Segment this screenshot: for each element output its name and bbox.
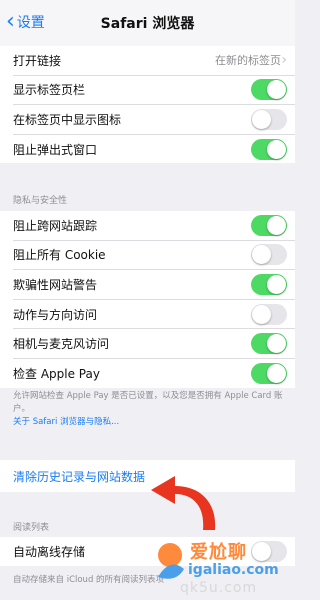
camera-mic-row: 相机与麦克风访问 [13,329,295,359]
block-cookie-toggle[interactable] [251,244,287,266]
open-links-label: 打开链接 [13,53,62,68]
motion-access-row: 动作与方向访问 [13,300,295,330]
clear-history-label: 清除历史记录与网站数据 [13,470,146,484]
block-popups-row: 阻止弹出式窗口 [13,135,295,164]
show-tab-bar-toggle[interactable] [251,79,287,101]
navigation-bar: ‹ 设置 Safari 浏览器 [0,0,295,46]
block-cookie-row: 阻止所有 Cookie [13,241,295,271]
cross-site-row: 阻止跨网站跟踪 [13,211,295,241]
show-icons-row: 在标签页中显示图标 [13,105,295,135]
camera-mic-toggle[interactable] [251,333,287,355]
privacy-footer-text: 允许网站检查 Apple Pay 是否已设置，以及您是否拥有 Apple Car… [13,391,283,414]
page-title: Safari 浏览器 [100,16,195,32]
apple-pay-row: 检查 Apple Pay [13,359,295,388]
red-arrow-annotation [151,476,216,530]
privacy-link[interactable]: 关于 Safari 浏览器与隐私... [13,417,119,427]
privacy-group: 阻止跨网站跟踪 阻止所有 Cookie 欺骗性网站警告 动作与方向访问 相机与麦… [0,211,295,388]
watermark-url-2: qk5u.com [180,580,258,596]
chevron-right-icon: › [281,52,287,69]
fraud-warning-toggle[interactable] [251,273,287,295]
watermark-url: igaliao.com [188,562,279,578]
watermark-text-cn: 爱尬聊 [190,542,247,563]
show-tab-bar-row: 显示标签页栏 [13,76,295,106]
general-group: 打开链接 在新的标签页 › 显示标签页栏 在标签页中显示图标 阻止弹出式窗口 [0,46,295,164]
apple-pay-toggle[interactable] [251,362,287,384]
fraud-warning-row: 欺骗性网站警告 [13,270,295,300]
offline-save-toggle[interactable] [251,540,287,562]
open-links-value: 在新的标签页 [215,54,281,68]
cross-site-toggle[interactable] [251,214,287,236]
privacy-footer: 允许网站检查 Apple Pay 是否已设置，以及您是否拥有 Apple Car… [13,390,283,429]
motion-access-toggle[interactable] [251,303,287,325]
reading-list-header: 阅读列表 [13,523,50,533]
open-links-row[interactable]: 打开链接 在新的标签页 › [13,46,295,76]
block-popups-toggle[interactable] [251,138,287,160]
privacy-section-header: 隐私与安全性 [13,196,68,206]
show-icons-toggle[interactable] [251,108,287,130]
